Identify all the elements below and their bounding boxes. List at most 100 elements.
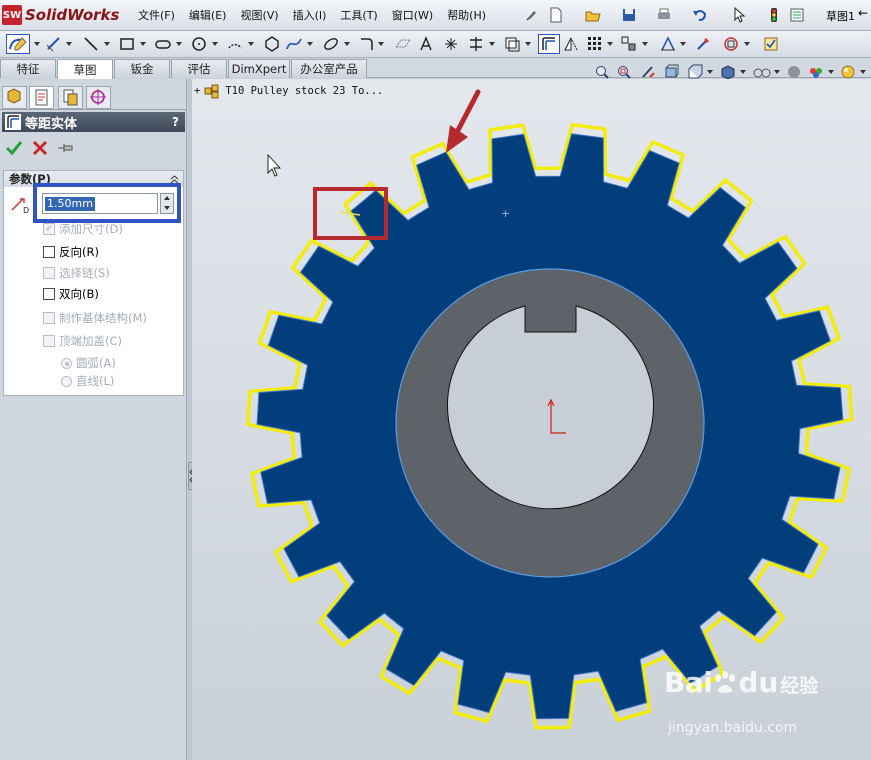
- ellipse-icon[interactable]: [322, 35, 340, 53]
- help-button[interactable]: ?: [172, 115, 179, 129]
- select-cursor-icon[interactable]: [730, 6, 748, 24]
- sketch-canvas[interactable]: +: [192, 79, 871, 760]
- zoom-to-area-icon[interactable]: [616, 64, 632, 80]
- cancel-x-icon[interactable]: [31, 139, 49, 157]
- back-arrow-icon[interactable]: ←: [858, 6, 868, 20]
- section-view-icon[interactable]: [663, 64, 679, 80]
- tab-feature-manager[interactable]: [2, 86, 27, 109]
- radio-arc[interactable]: 圆弧(A): [61, 355, 116, 371]
- option-select-chain[interactable]: 选择链(S): [43, 265, 110, 281]
- arc-dropdown-icon[interactable]: [248, 42, 254, 46]
- instant2d-icon[interactable]: [762, 35, 780, 53]
- tab-dimxpert-manager[interactable]: [86, 86, 111, 109]
- hide-show-items-icon[interactable]: [752, 64, 772, 80]
- mirror-icon[interactable]: [562, 35, 580, 53]
- menu-edit[interactable]: 编辑(E): [189, 7, 227, 23]
- circle-icon[interactable]: [190, 35, 208, 53]
- trim-entities-icon[interactable]: [467, 35, 485, 53]
- menu-file[interactable]: 文件(F): [138, 7, 175, 23]
- display-style-dropdown-icon[interactable]: [740, 70, 746, 74]
- tab-sketch[interactable]: 草图: [57, 59, 113, 79]
- spline-icon[interactable]: [285, 35, 303, 53]
- offset-entities-icon[interactable]: [538, 34, 560, 54]
- spline-dropdown-icon[interactable]: [307, 42, 313, 46]
- option-bidirectional[interactable]: 双向(B): [43, 286, 99, 302]
- manager-tabs: [0, 85, 187, 110]
- tab-dimxpert[interactable]: DimXpert: [228, 59, 290, 78]
- edit-appearance-icon[interactable]: [786, 64, 802, 80]
- tab-property-manager[interactable]: [29, 86, 54, 109]
- sketch-dropdown-icon[interactable]: [34, 42, 40, 46]
- option-reverse[interactable]: 反向(R): [43, 244, 99, 260]
- document-title: 草图1: [826, 10, 855, 23]
- fillet-icon[interactable]: [358, 35, 376, 53]
- display-relations-icon[interactable]: [659, 35, 677, 53]
- trim-dropdown-icon[interactable]: [489, 42, 495, 46]
- display-style-icon[interactable]: [720, 64, 736, 80]
- dimension-dropdown-icon[interactable]: [66, 42, 72, 46]
- zoom-to-fit-icon[interactable]: [594, 64, 610, 80]
- slot-dropdown-icon[interactable]: [176, 42, 182, 46]
- tab-office-products[interactable]: 办公室产品: [291, 59, 367, 78]
- undo-icon[interactable]: [691, 6, 709, 24]
- scene-dropdown-icon[interactable]: [828, 70, 834, 74]
- menu-view[interactable]: 视图(V): [240, 7, 278, 23]
- slot-icon[interactable]: [154, 35, 172, 53]
- arc-icon[interactable]: [226, 35, 244, 53]
- print-icon[interactable]: [655, 6, 673, 24]
- rebuild-traffic-light-icon[interactable]: [765, 6, 783, 24]
- save-icon[interactable]: [620, 6, 638, 24]
- relations-dropdown-icon[interactable]: [680, 42, 686, 46]
- tab-features[interactable]: 特征: [0, 59, 56, 78]
- view-orientation-icon[interactable]: [687, 64, 703, 80]
- option-cap-ends[interactable]: 顶端加盖(C): [43, 333, 122, 349]
- convert-entities-icon[interactable]: [503, 35, 521, 53]
- plane-icon[interactable]: [394, 35, 412, 53]
- option-base-construction[interactable]: 制作基体结构(M): [43, 310, 147, 326]
- realview-dropdown-icon[interactable]: [860, 70, 866, 74]
- rapid-sketch-icon[interactable]: [722, 35, 740, 53]
- tab-evaluate[interactable]: 评估: [171, 59, 227, 78]
- ok-check-icon[interactable]: [5, 139, 23, 157]
- smart-dimension-icon[interactable]: [45, 35, 63, 53]
- line-dropdown-icon[interactable]: [104, 42, 110, 46]
- pattern-dropdown-icon[interactable]: [607, 42, 613, 46]
- menu-tools[interactable]: 工具(T): [340, 7, 377, 23]
- tab-configuration-manager[interactable]: [58, 86, 83, 109]
- line-icon[interactable]: [82, 35, 100, 53]
- menu-help[interactable]: 帮助(H): [447, 7, 486, 23]
- radio-line[interactable]: 直线(L): [61, 373, 114, 389]
- apply-scene-icon[interactable]: [808, 64, 824, 80]
- realview-icon[interactable]: [840, 64, 856, 80]
- move-entities-icon[interactable]: [620, 35, 638, 53]
- keep-visible-pushpin-icon[interactable]: [56, 139, 76, 157]
- view-orientation-dropdown-icon[interactable]: [707, 70, 713, 74]
- convert-dropdown-icon[interactable]: [525, 42, 531, 46]
- options-list-icon[interactable]: [788, 6, 806, 24]
- rectangle-dropdown-icon[interactable]: [140, 42, 146, 46]
- tab-sheet-metal[interactable]: 钣金: [114, 59, 170, 78]
- repair-sketch-icon[interactable]: [694, 35, 712, 53]
- radio-label: 直线(L): [76, 374, 115, 388]
- pin-icon[interactable]: [522, 6, 540, 24]
- rapid-dropdown-icon[interactable]: [744, 42, 750, 46]
- open-folder-icon[interactable]: [584, 6, 602, 24]
- menu-window[interactable]: 窗口(W): [392, 7, 433, 23]
- hide-show-dropdown-icon[interactable]: [774, 70, 780, 74]
- move-dropdown-icon[interactable]: [642, 42, 648, 46]
- linear-pattern-icon[interactable]: [586, 35, 604, 53]
- circle-dropdown-icon[interactable]: [212, 42, 218, 46]
- new-document-icon[interactable]: [547, 6, 565, 24]
- menu-insert[interactable]: 插入(I): [293, 7, 327, 23]
- polygon-icon[interactable]: [263, 35, 281, 53]
- ellipse-dropdown-icon[interactable]: [344, 42, 350, 46]
- rectangle-icon[interactable]: [118, 35, 136, 53]
- menu-bar: 文件(F) 编辑(E) 视图(V) 插入(I) 工具(T) 窗口(W) 帮助(H…: [138, 7, 500, 23]
- previous-view-icon[interactable]: [640, 64, 656, 80]
- sketch-icon[interactable]: [6, 34, 30, 54]
- point-icon[interactable]: [442, 35, 460, 53]
- option-add-dimensions[interactable]: ✔ 添加尺寸(D): [43, 221, 123, 237]
- property-title: 等距实体: [25, 116, 78, 132]
- fillet-dropdown-icon[interactable]: [378, 42, 384, 46]
- text-icon[interactable]: [417, 35, 435, 53]
